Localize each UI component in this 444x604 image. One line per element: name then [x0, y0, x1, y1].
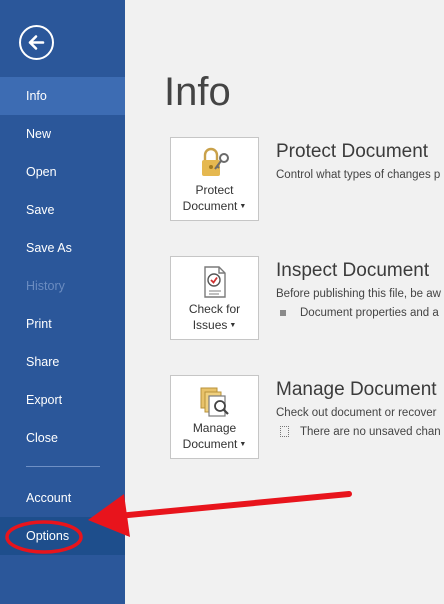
check-for-issues-label: Check for Issues ▼	[188, 302, 241, 332]
protect-document-title: Protect Document	[276, 141, 429, 162]
sidebar-item-info[interactable]: Info	[0, 77, 125, 115]
manage-document-label: Manage Document ▼	[182, 421, 247, 451]
inspect-document-description: Before publishing this file, be aw	[276, 288, 441, 300]
chevron-down-icon: ▼	[239, 202, 247, 210]
chevron-down-icon: ▼	[229, 321, 237, 329]
manage-versions-icon	[200, 387, 229, 417]
sidebar-item-print[interactable]: Print	[0, 305, 125, 343]
sidebar-item-account[interactable]: Account	[0, 479, 125, 517]
check-for-issues-button[interactable]: Check for Issues ▼	[170, 256, 259, 340]
sidebar-divider	[26, 466, 100, 467]
annotation-arrow-shaft	[115, 491, 352, 519]
sidebar-item-save-as[interactable]: Save As	[0, 229, 125, 267]
sidebar-item-open[interactable]: Open	[0, 153, 125, 191]
manage-document-button[interactable]: Manage Document ▼	[170, 375, 259, 459]
chevron-down-icon: ▼	[239, 440, 247, 448]
sidebar-item-share[interactable]: Share	[0, 343, 125, 381]
sidebar-item-options[interactable]: Options	[0, 517, 125, 555]
manage-document-description: Check out document or recover	[276, 407, 437, 419]
inspect-document-bullet: Document properties and a	[280, 305, 439, 321]
inspect-document-title: Inspect Document	[276, 260, 430, 281]
bullet-square-icon	[280, 309, 286, 316]
backstage-sidebar: Info New Open Save Save As History Print…	[0, 0, 125, 604]
back-arrow-icon	[28, 35, 45, 50]
protect-document-label: Protect Document ▼	[182, 183, 247, 213]
back-button[interactable]	[19, 25, 54, 60]
protect-document-description: Control what types of changes p	[276, 169, 441, 181]
sidebar-item-export[interactable]: Export	[0, 381, 125, 419]
sidebar-item-new[interactable]: New	[0, 115, 125, 153]
lock-key-icon	[202, 147, 229, 176]
page-title: Info	[164, 70, 231, 114]
inspect-document-icon	[204, 266, 226, 298]
manage-document-title: Manage Document	[276, 379, 437, 400]
sidebar-item-close[interactable]: Close	[0, 419, 125, 457]
manage-document-bullet: There are no unsaved chan	[280, 424, 441, 440]
sidebar-item-save[interactable]: Save	[0, 191, 125, 229]
document-icon	[280, 426, 289, 438]
protect-document-button[interactable]: Protect Document ▼	[170, 137, 259, 221]
sidebar-item-history: History	[26, 279, 65, 293]
